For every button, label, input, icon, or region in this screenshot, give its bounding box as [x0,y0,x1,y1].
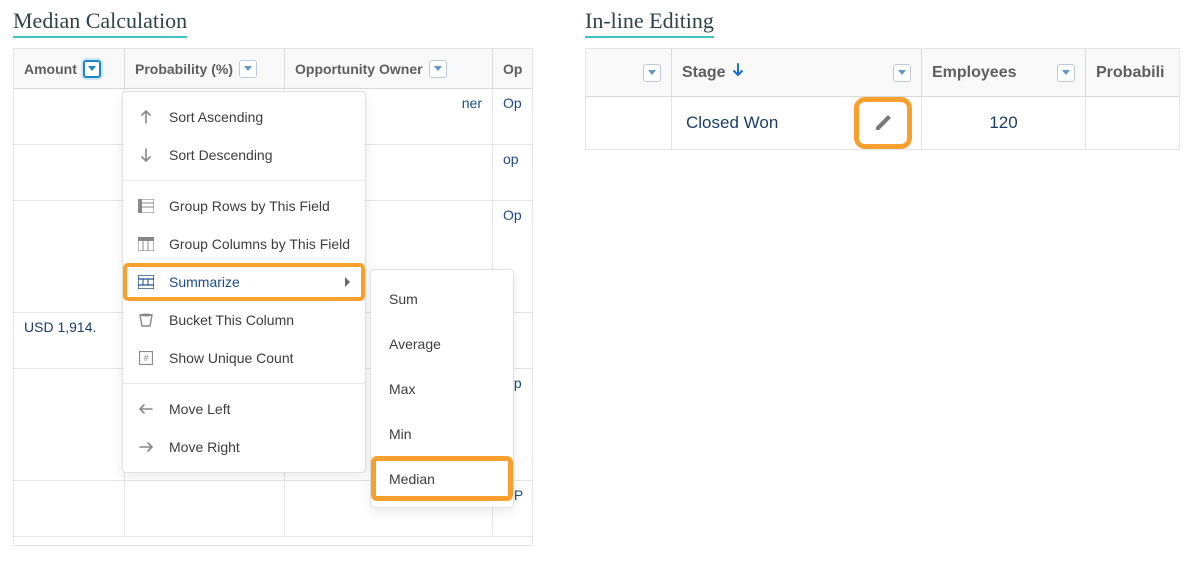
column-op[interactable]: Op [493,49,533,88]
menu-label: Group Rows by This Field [169,198,330,214]
submenu-average[interactable]: Average [371,321,513,366]
cell-employees-value: 120 [989,113,1017,133]
column-header-row: Stage Employees Probabili [586,49,1179,97]
column-probability[interactable]: Probability (%) [125,49,285,88]
menu-unique-count[interactable]: # Show Unique Count [123,339,365,377]
cell-op: op [493,145,533,200]
column-amount-label: Amount [24,61,77,77]
column-blank[interactable] [586,49,672,96]
menu-label: Min [389,426,412,442]
cell-op: Op [493,89,533,144]
menu-sort-descending[interactable]: Sort Descending [123,136,365,174]
column-op-label: Op [503,61,522,77]
chevron-down-icon [648,70,656,76]
menu-separator [123,180,365,181]
cell-blank [586,97,672,149]
cell-amount [14,481,125,536]
menu-label: Sort Ascending [169,109,263,125]
column-stage-dropdown-button[interactable] [893,64,911,82]
menu-label: Sort Descending [169,147,273,163]
cell-probability [125,481,285,536]
submenu-median[interactable]: Median [371,456,513,501]
column-header-row: Amount Probability (%) Opportunity Owner… [14,49,532,89]
menu-label: Bucket This Column [169,312,294,328]
column-blank-dropdown-button[interactable] [643,64,661,82]
cell-amount [14,201,125,312]
arrow-left-icon [137,400,155,418]
column-opportunity-owner[interactable]: Opportunity Owner [285,49,493,88]
column-owner-dropdown-button[interactable] [429,60,447,78]
menu-bucket-column[interactable]: Bucket This Column [123,301,365,339]
table-row: Closed Won 120 [586,97,1179,149]
chevron-down-icon [898,70,906,76]
median-calculation-section: Median Calculation Amount Probability (%… [13,8,553,546]
chevron-down-icon [88,66,96,72]
cell-employees[interactable]: 120 [922,97,1086,149]
column-employees[interactable]: Employees [922,49,1086,96]
summarize-submenu: Sum Average Max Min Median [370,269,514,508]
menu-label: Show Unique Count [169,350,294,366]
inline-edit-button[interactable] [859,102,907,144]
column-stage[interactable]: Stage [672,49,922,96]
sort-descending-icon [732,63,744,82]
menu-label: Median [389,471,435,487]
arrow-right-icon [137,438,155,456]
cell-stage[interactable]: Closed Won [672,97,922,149]
menu-label: Max [389,381,415,397]
menu-sort-ascending[interactable]: Sort Ascending [123,98,365,136]
column-owner-label: Opportunity Owner [295,61,423,77]
summarize-icon [137,273,155,291]
rows-icon [137,197,155,215]
chevron-down-icon [434,66,442,72]
menu-label: Move Right [169,439,240,455]
cell-probability[interactable] [1086,97,1180,149]
svg-text:#: # [143,353,148,363]
menu-label: Sum [389,291,418,307]
chevron-down-icon [244,66,252,72]
hash-icon: # [137,349,155,367]
column-probability[interactable]: Probabili [1086,49,1180,96]
cell-stage-value: Closed Won [686,113,778,133]
arrow-down-icon [137,146,155,164]
column-probability-label: Probability (%) [135,61,233,77]
section-title-left: Median Calculation [13,8,187,38]
column-employees-dropdown-button[interactable] [1057,64,1075,82]
column-dropdown-menu: Sort Ascending Sort Descending Group Row… [122,91,366,473]
menu-label: Move Left [169,401,230,417]
submenu-max[interactable]: Max [371,366,513,411]
cell-amount: USD 1,914. [14,313,125,368]
menu-move-left[interactable]: Move Left [123,390,365,428]
menu-separator [123,383,365,384]
arrow-up-icon [137,108,155,126]
column-amount-dropdown-button[interactable] [83,60,101,78]
menu-group-rows[interactable]: Group Rows by This Field [123,187,365,225]
inline-editing-section: In-line Editing Stage Employees [585,8,1183,150]
submenu-min[interactable]: Min [371,411,513,456]
menu-move-right[interactable]: Move Right [123,428,365,466]
menu-group-columns[interactable]: Group Columns by This Field [123,225,365,263]
column-amount[interactable]: Amount [14,49,125,88]
submenu-sum[interactable]: Sum [371,276,513,321]
pencil-icon [873,113,893,133]
menu-label: Group Columns by This Field [169,236,350,252]
column-probability-label: Probabili [1096,64,1164,82]
cell-amount [14,369,125,480]
cell-amount [14,89,125,144]
menu-summarize[interactable]: Summarize [123,263,365,301]
column-employees-label: Employees [932,64,1016,82]
menu-label: Average [389,336,441,352]
chevron-right-icon [345,274,351,290]
report-grid-right: Stage Employees Probabili [585,48,1180,150]
column-stage-label: Stage [682,64,726,82]
cell-amount [14,145,125,200]
report-grid-left: Amount Probability (%) Opportunity Owner… [13,48,533,546]
column-probability-dropdown-button[interactable] [239,60,257,78]
chevron-down-icon [1062,70,1070,76]
bucket-icon [137,311,155,329]
columns-icon [137,235,155,253]
menu-label: Summarize [169,274,240,290]
section-title-right: In-line Editing [585,8,714,38]
